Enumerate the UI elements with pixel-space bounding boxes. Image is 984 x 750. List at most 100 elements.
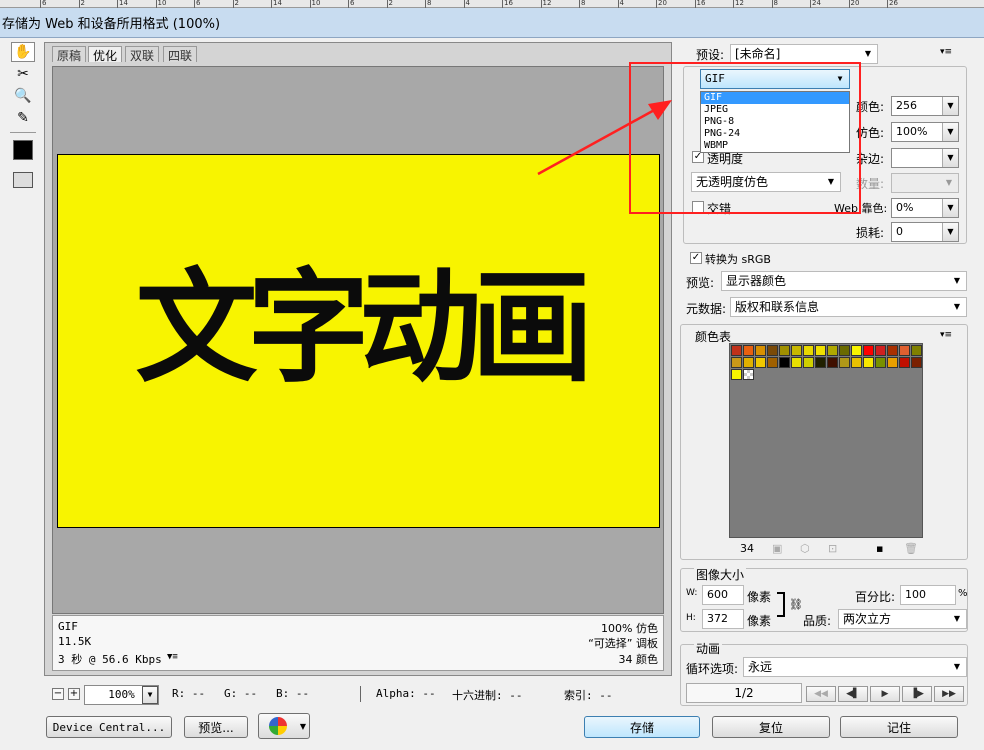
chevron-down-icon: ▼ bbox=[953, 662, 961, 671]
color-swatch[interactable] bbox=[899, 345, 910, 356]
color-swatch[interactable] bbox=[887, 357, 898, 368]
color-swatch[interactable] bbox=[875, 345, 886, 356]
tab-4up[interactable]: 四联 bbox=[163, 46, 198, 63]
color-swatch[interactable] bbox=[815, 345, 826, 356]
eyedropper-tool-icon[interactable]: ✎ bbox=[11, 108, 35, 128]
preview-button[interactable]: 预览... bbox=[184, 716, 248, 738]
zoom-tool-icon[interactable]: 🔍 bbox=[11, 86, 35, 106]
web-shift-icon[interactable]: ⬡ bbox=[800, 542, 810, 555]
map-color-icon[interactable]: ▣ bbox=[772, 542, 782, 555]
color-swatch[interactable] bbox=[791, 357, 802, 368]
websnap-select[interactable]: 0% ▼ bbox=[891, 198, 959, 218]
info-menu-icon[interactable]: ▼≡ bbox=[167, 652, 178, 662]
ruler-label: 8 bbox=[581, 0, 586, 7]
zoom-in-button[interactable]: + bbox=[68, 688, 80, 700]
play-button[interactable]: ▶ bbox=[870, 686, 900, 702]
lossy-select[interactable]: 0 ▼ bbox=[891, 222, 959, 242]
color-swatch[interactable] bbox=[863, 345, 874, 356]
color-swatch[interactable] bbox=[779, 345, 790, 356]
image-size-title: 图像大小 bbox=[694, 566, 747, 583]
frame-counter: 1/2 bbox=[686, 683, 802, 703]
toggle-slices-icon[interactable] bbox=[11, 170, 35, 190]
srgb-checkbox[interactable]: ✓ bbox=[690, 252, 702, 264]
height-input[interactable]: 372 bbox=[702, 609, 744, 629]
color-swatch[interactable] bbox=[743, 357, 754, 368]
status-bar: − + 100% ▼ R: -- G: -- B: -- Alpha: -- 十六… bbox=[44, 684, 674, 706]
color-swatch[interactable] bbox=[863, 357, 874, 368]
slice-select-tool-icon[interactable]: ✂ bbox=[11, 64, 35, 84]
dither-amount-select[interactable]: 100% ▼ bbox=[891, 122, 959, 142]
tab-original[interactable]: 原稿 bbox=[52, 46, 87, 63]
status-index: 索引: -- bbox=[564, 689, 613, 702]
matte-select[interactable]: ▼ bbox=[891, 148, 959, 168]
color-swatch[interactable] bbox=[839, 357, 850, 368]
width-input[interactable]: 600 bbox=[702, 585, 744, 605]
tab-2up[interactable]: 双联 bbox=[125, 46, 160, 63]
status-divider bbox=[360, 686, 361, 702]
last-frame-button[interactable]: ▶▶ bbox=[934, 686, 964, 702]
ruler-label: 4 bbox=[465, 0, 470, 7]
zoom-out-button[interactable]: − bbox=[52, 688, 64, 700]
color-swatch[interactable] bbox=[791, 345, 802, 356]
color-swatch[interactable] bbox=[911, 345, 922, 356]
preset-select[interactable]: [未命名] ▼ bbox=[730, 44, 878, 64]
quality-select[interactable]: 两次立方 ▼ bbox=[838, 609, 967, 629]
color-swatch[interactable] bbox=[755, 345, 766, 356]
percent-input[interactable]: 100 bbox=[900, 585, 956, 605]
color-swatch[interactable] bbox=[755, 357, 766, 368]
optimize-menu-icon[interactable]: ▾≡ bbox=[940, 47, 952, 57]
trash-icon[interactable]: 🗑 bbox=[904, 542, 918, 555]
color-swatch[interactable] bbox=[875, 357, 886, 368]
new-color-icon[interactable]: ▪ bbox=[876, 542, 883, 555]
color-swatch[interactable] bbox=[827, 357, 838, 368]
colors-select[interactable]: 256 ▼ bbox=[891, 96, 959, 116]
ruler-label: 14 bbox=[119, 0, 128, 7]
remember-button[interactable]: 记住 bbox=[840, 716, 958, 738]
color-swatch[interactable] bbox=[743, 369, 754, 380]
loop-select[interactable]: 永远 ▼ bbox=[743, 657, 967, 677]
tab-optimized[interactable]: 优化 bbox=[88, 46, 123, 63]
color-swatch[interactable] bbox=[779, 357, 790, 368]
browser-select[interactable]: ▼ bbox=[258, 713, 310, 739]
ruler-tick bbox=[656, 0, 657, 8]
zoom-select[interactable]: 100% ▼ bbox=[84, 685, 159, 705]
preview-select[interactable]: 显示器颜色 ▼ bbox=[721, 271, 967, 291]
color-swatch[interactable] bbox=[815, 357, 826, 368]
color-swatch[interactable] bbox=[731, 345, 742, 356]
color-swatch[interactable] bbox=[887, 345, 898, 356]
chain-link-icon[interactable]: ⛓ bbox=[789, 598, 803, 611]
prev-frame-button[interactable]: ◀▌ bbox=[838, 686, 868, 702]
color-swatch[interactable] bbox=[731, 357, 742, 368]
chevron-down-icon: ▼ bbox=[953, 302, 961, 311]
lock-icon[interactable]: ⊡ bbox=[828, 542, 837, 555]
color-swatch[interactable] bbox=[899, 357, 910, 368]
info-format: GIF bbox=[58, 620, 78, 633]
color-table-grid[interactable] bbox=[729, 343, 923, 538]
chevron-down-icon: ▼ bbox=[942, 149, 958, 167]
color-swatch[interactable] bbox=[803, 345, 814, 356]
tool-strip: ✋ ✂ 🔍 ✎ bbox=[6, 40, 40, 200]
ruler-tick bbox=[348, 0, 349, 8]
device-central-button[interactable]: Device Central... bbox=[46, 716, 172, 738]
first-frame-button[interactable]: ◀◀ bbox=[806, 686, 836, 702]
eyedropper-color-swatch[interactable] bbox=[11, 140, 35, 160]
color-swatch[interactable] bbox=[767, 357, 778, 368]
color-swatch[interactable] bbox=[851, 345, 862, 356]
chevron-down-icon: ▼ bbox=[942, 123, 958, 141]
color-swatch[interactable] bbox=[767, 345, 778, 356]
color-swatch[interactable] bbox=[851, 357, 862, 368]
color-swatch[interactable] bbox=[911, 357, 922, 368]
color-swatch[interactable] bbox=[731, 369, 742, 380]
save-button[interactable]: 存储 bbox=[584, 716, 700, 738]
color-swatch[interactable] bbox=[839, 345, 850, 356]
color-swatch[interactable] bbox=[743, 345, 754, 356]
chevron-down-icon: ▼ bbox=[953, 276, 961, 285]
ruler-label: 20 bbox=[850, 0, 860, 7]
reset-button[interactable]: 复位 bbox=[712, 716, 830, 738]
color-table-menu-icon[interactable]: ▾≡ bbox=[940, 330, 952, 340]
color-swatch[interactable] bbox=[827, 345, 838, 356]
metadata-select[interactable]: 版权和联系信息 ▼ bbox=[730, 297, 967, 317]
color-swatch[interactable] bbox=[803, 357, 814, 368]
hand-tool-icon[interactable]: ✋ bbox=[11, 42, 35, 62]
next-frame-button[interactable]: ▐▶ bbox=[902, 686, 932, 702]
